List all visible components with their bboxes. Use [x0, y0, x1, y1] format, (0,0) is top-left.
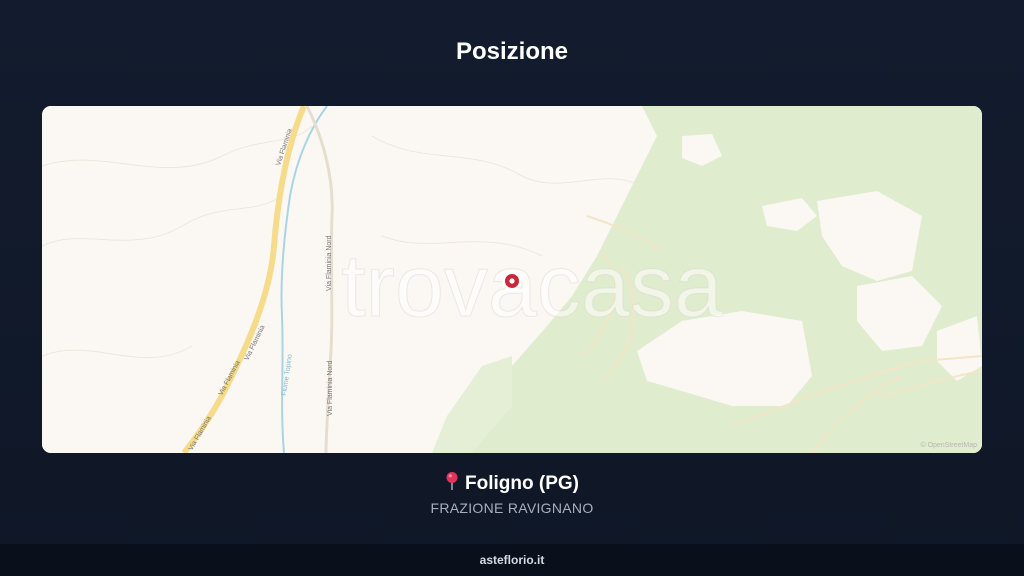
- site-link[interactable]: asteflorio.it: [480, 553, 545, 567]
- footer: asteflorio.it: [0, 544, 1024, 576]
- location-area: FRAZIONE RAVIGNANO: [430, 500, 594, 516]
- map-watermark: trovacasa: [341, 236, 723, 335]
- road-label: Via Flaminia Nord: [326, 235, 333, 291]
- map-canvas[interactable]: Via Flaminia Via Flaminia Via Flaminia V…: [42, 106, 982, 453]
- location-city: Foligno (PG): [0, 471, 1024, 497]
- city-name: Foligno (PG): [465, 473, 579, 494]
- location-map[interactable]: Via Flaminia Via Flaminia Via Flaminia V…: [42, 106, 982, 453]
- round-pushpin-icon: [445, 471, 459, 497]
- map-attribution[interactable]: © OpenStreetMap: [920, 441, 977, 449]
- road-label: Via Flaminia Nord: [327, 360, 334, 416]
- location-marker-icon[interactable]: [502, 271, 522, 291]
- page-title: Posizione: [455, 38, 569, 65]
